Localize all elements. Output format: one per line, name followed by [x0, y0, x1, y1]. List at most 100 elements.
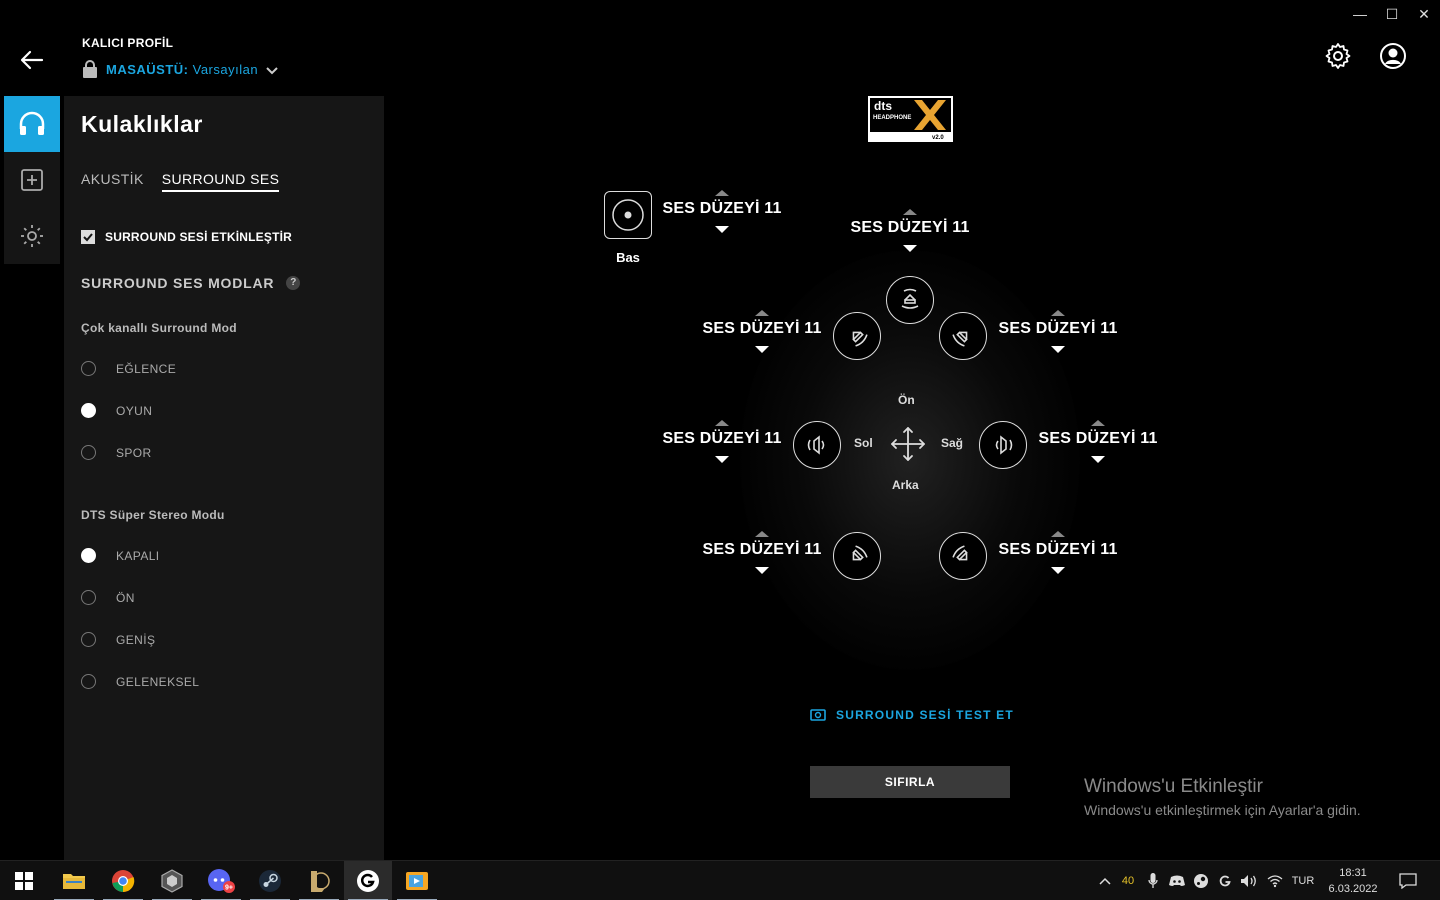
svg-text:dts: dts — [874, 99, 892, 113]
level-up-arrow[interactable] — [755, 531, 769, 537]
level-control-front-left: SES DÜZEYİ 11 — [697, 310, 827, 353]
gear-icon[interactable] — [1324, 42, 1352, 70]
radio-label: EĞLENCE — [116, 361, 177, 376]
radio-traditional[interactable]: GELENEKSEL — [81, 674, 199, 689]
windows-logo-icon — [15, 872, 33, 890]
rear-left-speaker-button[interactable] — [833, 532, 881, 580]
level-down-arrow[interactable] — [1091, 456, 1105, 463]
file-explorer-app[interactable] — [50, 861, 98, 900]
front-right-speaker-button[interactable] — [939, 312, 987, 360]
tab-acoustic[interactable]: AKUSTİK — [81, 171, 144, 192]
level-value: SES DÜZEYİ 11 — [662, 200, 782, 217]
radio-entertainment[interactable]: EĞLENCE — [81, 361, 176, 376]
tray-overflow-button[interactable] — [1094, 861, 1116, 900]
surround-modes-header: SURROUND SES MODLAR ? — [81, 275, 301, 291]
level-control-rear-right: SES DÜZEYİ 11 — [993, 531, 1123, 574]
level-up-arrow[interactable] — [715, 420, 729, 426]
tray-volume[interactable] — [1238, 861, 1260, 900]
back-arrow-icon[interactable] — [18, 46, 46, 74]
test-surround-label: SURROUND SESİ TEST ET — [836, 708, 1014, 722]
headphones-tab[interactable] — [4, 96, 60, 152]
panel-tabs: AKUSTİK SURROUND SES — [81, 171, 280, 192]
radio-button[interactable] — [81, 403, 96, 418]
level-down-arrow[interactable] — [755, 346, 769, 353]
lighting-tab[interactable] — [4, 208, 60, 264]
profile-selector[interactable]: MASAÜSTÜ: Varsayılan — [82, 60, 278, 78]
tray-steam[interactable] — [1190, 861, 1212, 900]
side-right-speaker-icon — [995, 435, 1013, 455]
user-account-icon[interactable] — [1379, 42, 1407, 70]
rear-right-speaker-button[interactable] — [939, 532, 987, 580]
direction-right-label: Sağ — [941, 436, 964, 450]
front-right-speaker-icon — [952, 331, 968, 347]
level-control-bass: SES DÜZEYİ 11 — [657, 190, 787, 233]
level-up-arrow[interactable] — [1051, 531, 1065, 537]
tray-ghub[interactable] — [1214, 861, 1236, 900]
side-right-speaker-button[interactable] — [979, 421, 1027, 469]
tray-clock[interactable]: 18:31 6.03.2022 — [1320, 865, 1386, 897]
radio-button[interactable] — [81, 548, 96, 563]
start-button[interactable] — [0, 861, 48, 900]
chrome-app[interactable] — [99, 861, 147, 900]
media-player-icon — [406, 872, 428, 890]
level-down-arrow[interactable] — [715, 456, 729, 463]
reset-button[interactable]: SIFIRLA — [810, 766, 1010, 798]
radio-button[interactable] — [81, 674, 96, 689]
notifications-button[interactable] — [1394, 861, 1422, 900]
watermark-subtitle: Windows'u etkinleştirmek için Ayarlar'a … — [1084, 802, 1361, 818]
radio-button[interactable] — [81, 361, 96, 376]
clock-time: 18:31 — [1339, 867, 1367, 879]
radio-sport[interactable]: SPOR — [81, 445, 152, 460]
radio-off[interactable]: KAPALI — [81, 548, 160, 563]
radio-button[interactable] — [81, 590, 96, 605]
steam-app[interactable] — [246, 861, 294, 900]
maximize-button[interactable]: ☐ — [1382, 6, 1402, 23]
add-assignment-tab[interactable] — [4, 152, 60, 208]
microphone-icon — [1148, 873, 1158, 888]
level-down-arrow[interactable] — [1051, 567, 1065, 574]
level-up-arrow[interactable] — [755, 310, 769, 316]
minimize-button[interactable]: — — [1350, 6, 1370, 22]
radio-button[interactable] — [81, 445, 96, 460]
radio-game[interactable]: OYUN — [81, 403, 152, 418]
tray-microphone[interactable] — [1143, 861, 1163, 900]
league-app[interactable] — [295, 861, 343, 900]
profile-label: KALICI PROFİL — [82, 36, 174, 50]
level-down-arrow[interactable] — [1051, 346, 1065, 353]
radio-wide[interactable]: GENİŞ — [81, 632, 155, 647]
level-up-arrow[interactable] — [903, 209, 917, 215]
close-button[interactable]: ✕ — [1414, 6, 1434, 23]
enable-surround-row[interactable]: SURROUND SESİ ETKİNLEŞTİR — [81, 230, 292, 244]
level-value: SES DÜZEYİ 11 — [662, 430, 782, 447]
chevron-down-icon[interactable] — [266, 67, 278, 75]
center-speaker-button[interactable] — [886, 276, 934, 324]
move-arrows-icon[interactable] — [890, 426, 926, 462]
folder-icon — [63, 874, 85, 889]
level-down-arrow[interactable] — [755, 567, 769, 574]
clock-date: 6.03.2022 — [1328, 883, 1378, 895]
tray-network[interactable] — [1264, 861, 1286, 900]
tray-discord[interactable] — [1166, 861, 1188, 900]
radio-button[interactable] — [81, 632, 96, 647]
side-left-speaker-button[interactable] — [793, 421, 841, 469]
level-up-arrow[interactable] — [1051, 310, 1065, 316]
test-surround-link[interactable]: SURROUND SESİ TEST ET — [810, 708, 1014, 722]
logitech-ghub-app[interactable] — [344, 861, 392, 900]
radio-front[interactable]: ÖN — [81, 590, 135, 605]
level-down-arrow[interactable] — [903, 245, 917, 252]
level-up-arrow[interactable] — [1091, 420, 1105, 426]
tab-surround[interactable]: SURROUND SES — [161, 171, 280, 192]
help-icon[interactable]: ? — [286, 276, 301, 290]
level-up-arrow[interactable] — [715, 190, 729, 196]
level-down-arrow[interactable] — [715, 226, 729, 233]
bass-speaker-button[interactable] — [604, 191, 652, 239]
logitech-tray-icon — [1219, 875, 1231, 887]
gaming-app[interactable] — [148, 861, 196, 900]
media-player-app[interactable] — [393, 861, 441, 900]
tray-temperature[interactable]: 40 — [1117, 861, 1139, 900]
radio-label: ÖN — [116, 590, 135, 605]
enable-surround-checkbox[interactable] — [81, 230, 95, 244]
front-left-speaker-button[interactable] — [833, 312, 881, 360]
tray-language[interactable]: TUR — [1288, 861, 1318, 900]
discord-app[interactable]: 9+ — [197, 861, 245, 900]
